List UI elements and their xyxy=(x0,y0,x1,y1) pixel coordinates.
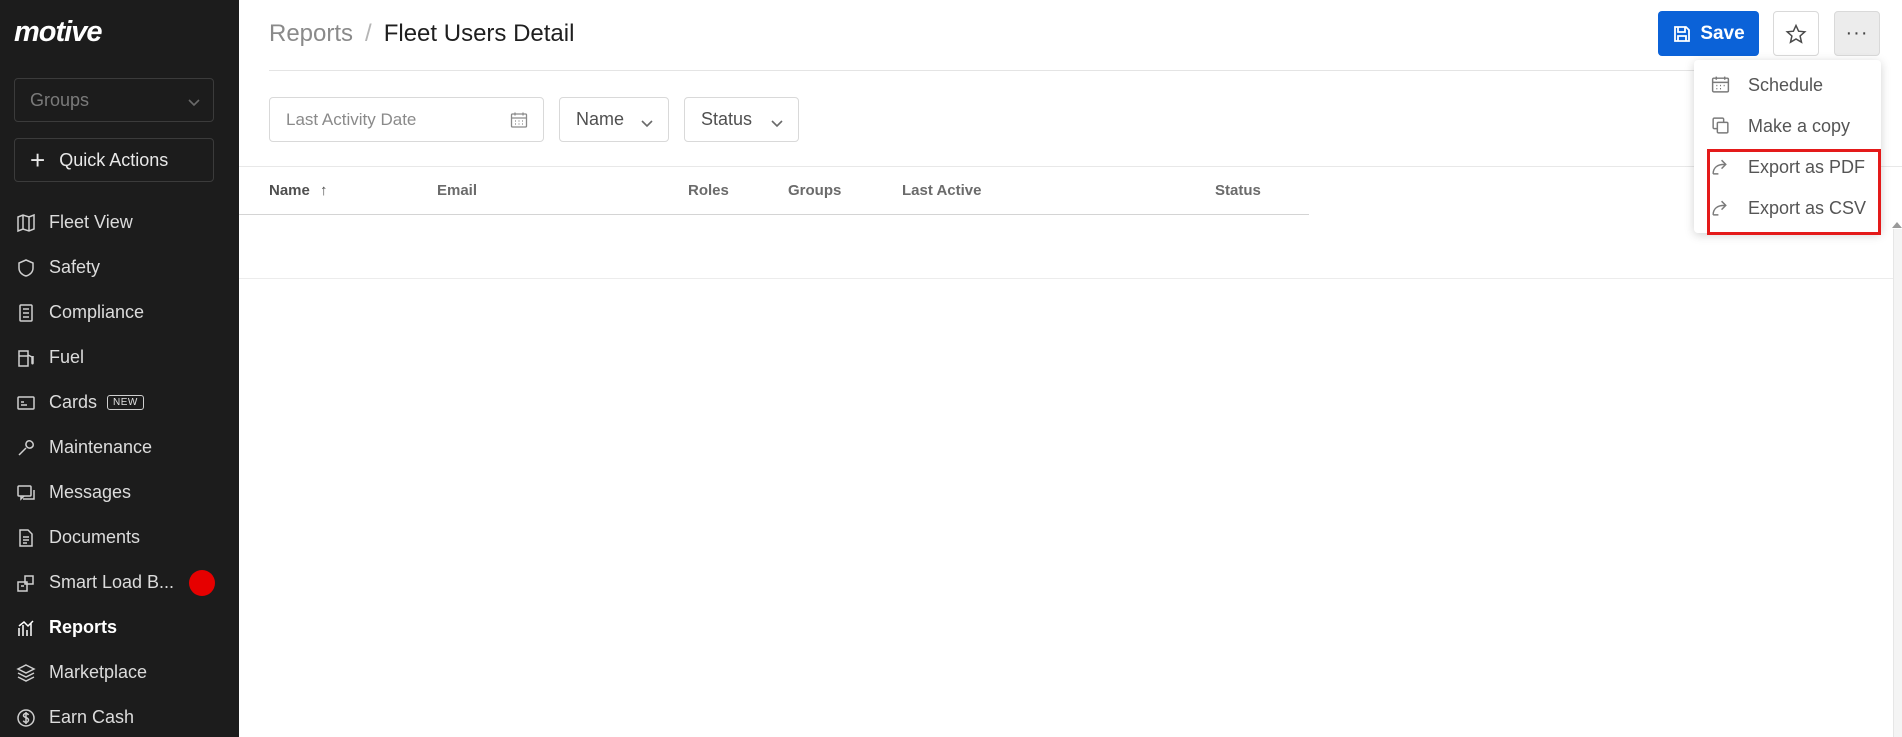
smart-load-icon xyxy=(15,572,37,594)
sidebar-item-earn-cash[interactable]: Earn Cash xyxy=(0,695,239,737)
menu-item-export-pdf[interactable]: Export as PDF xyxy=(1694,147,1881,187)
favorite-button[interactable] xyxy=(1773,11,1819,56)
card-icon xyxy=(15,392,37,414)
menu-item-label: Schedule xyxy=(1748,74,1824,95)
menu-item-schedule[interactable]: Schedule xyxy=(1694,65,1881,105)
wrench-icon xyxy=(15,437,37,459)
sidebar-item-label: Messages xyxy=(49,482,132,502)
map-icon xyxy=(15,212,37,234)
header-divider xyxy=(269,70,1881,71)
scroll-up-arrow-icon[interactable] xyxy=(1892,222,1902,228)
sidebar-item-label: Earn Cash xyxy=(49,707,135,727)
sidebar-item-documents[interactable]: Documents xyxy=(0,515,239,560)
floppy-disk-icon xyxy=(1674,25,1691,42)
sidebar-item-maintenance[interactable]: Maintenance xyxy=(0,425,239,470)
save-button[interactable]: Save xyxy=(1658,11,1759,56)
last-activity-date-filter[interactable]: Last Activity Date xyxy=(269,97,544,142)
sidebar-item-compliance[interactable]: Compliance xyxy=(0,290,239,335)
name-filter-dropdown[interactable]: Name xyxy=(559,97,669,142)
menu-item-label: Export as CSV xyxy=(1748,197,1867,218)
menu-item-export-csv[interactable]: Export as CSV xyxy=(1694,188,1881,228)
ellipsis-icon: ··· xyxy=(1845,22,1869,44)
dollar-circle-icon xyxy=(15,707,37,729)
save-label: Save xyxy=(1700,22,1745,44)
chevron-down-icon xyxy=(770,114,784,128)
sidebar-item-reports[interactable]: Reports xyxy=(0,605,239,650)
column-header-groups[interactable]: Groups xyxy=(788,182,841,199)
layers-icon xyxy=(15,662,37,684)
sidebar-item-marketplace[interactable]: Marketplace xyxy=(0,650,239,695)
sidebar-item-label: Marketplace xyxy=(49,662,148,682)
fuel-pump-icon xyxy=(15,347,37,369)
chevron-down-icon xyxy=(640,114,654,128)
sort-ascending-icon: ↑ xyxy=(320,182,328,199)
menu-item-make-a-copy[interactable]: Make a copy xyxy=(1694,106,1881,146)
column-header-label: Name xyxy=(269,182,310,199)
notification-dot xyxy=(189,570,215,596)
sidebar: motive Groups + Quick Actions Fleet View… xyxy=(0,0,239,737)
column-header-roles[interactable]: Roles xyxy=(688,182,729,199)
column-header-status[interactable]: Status xyxy=(1215,182,1261,199)
copy-icon xyxy=(1710,115,1732,137)
sidebar-item-label: Reports xyxy=(49,617,118,637)
checklist-icon xyxy=(15,302,37,324)
chat-icon xyxy=(15,482,37,504)
status-filter-dropdown[interactable]: Status xyxy=(684,97,799,142)
quick-actions-button[interactable]: + Quick Actions xyxy=(14,138,214,182)
motive-logo[interactable]: motive xyxy=(14,16,102,49)
groups-dropdown[interactable]: Groups xyxy=(14,78,214,122)
calendar-icon xyxy=(1710,74,1732,96)
export-icon xyxy=(1710,156,1732,178)
menu-item-label: Make a copy xyxy=(1748,115,1851,136)
plus-icon: + xyxy=(30,145,46,175)
page-title: Fleet Users Detail xyxy=(383,20,575,47)
date-filter-placeholder: Last Activity Date xyxy=(286,109,417,129)
more-options-button[interactable]: ··· xyxy=(1834,11,1880,56)
column-header-name[interactable]: Name ↑ xyxy=(269,182,328,199)
sidebar-item-fleet-view[interactable]: Fleet View xyxy=(0,200,239,245)
star-icon xyxy=(1785,23,1807,44)
breadcrumb-separator: / xyxy=(365,20,372,47)
groups-placeholder: Groups xyxy=(30,89,90,110)
sidebar-item-label: Safety xyxy=(49,257,101,277)
breadcrumb-reports-link[interactable]: Reports xyxy=(269,20,353,48)
sidebar-item-label: Fleet View xyxy=(49,212,133,232)
sidebar-item-fuel[interactable]: Fuel xyxy=(0,335,239,380)
sidebar-item-label: Compliance xyxy=(49,302,145,322)
reports-chart-icon xyxy=(15,617,37,639)
sidebar-item-messages[interactable]: Messages xyxy=(0,470,239,515)
menu-item-label: Export as PDF xyxy=(1748,156,1866,177)
column-header-email[interactable]: Email xyxy=(437,182,477,199)
sidebar-item-label: Smart Load B... xyxy=(49,572,175,592)
sidebar-item-label: Fuel xyxy=(49,347,85,367)
sidebar-item-label: Maintenance xyxy=(49,437,153,457)
name-filter-label: Name xyxy=(576,109,625,129)
export-icon xyxy=(1710,197,1732,219)
new-badge: NEW xyxy=(107,395,144,410)
breadcrumb: Reports / Fleet Users Detail xyxy=(269,20,574,48)
sidebar-item-cards[interactable]: Cards NEW xyxy=(0,380,239,425)
sidebar-item-smart-load[interactable]: Smart Load B... xyxy=(0,560,239,605)
calendar-icon xyxy=(509,110,529,135)
quick-actions-label: Quick Actions xyxy=(59,149,169,170)
vertical-scrollbar[interactable] xyxy=(1893,229,1902,737)
sidebar-item-label: Cards xyxy=(49,392,98,412)
table-row-divider xyxy=(239,278,1902,279)
column-header-last-active[interactable]: Last Active xyxy=(902,182,981,199)
status-filter-label: Status xyxy=(701,109,753,129)
document-icon xyxy=(15,527,37,549)
sidebar-nav: Fleet View Safety Compliance Fuel Cards … xyxy=(0,200,239,737)
shield-icon xyxy=(15,257,37,279)
chevron-down-icon xyxy=(187,93,200,107)
sidebar-item-label: Documents xyxy=(49,527,141,547)
table-header: Name ↑ Email Roles Groups Last Active St… xyxy=(239,167,1309,215)
more-options-menu: Schedule Make a copy Export as PDF Expor… xyxy=(1694,60,1881,233)
sidebar-item-safety[interactable]: Safety xyxy=(0,245,239,290)
